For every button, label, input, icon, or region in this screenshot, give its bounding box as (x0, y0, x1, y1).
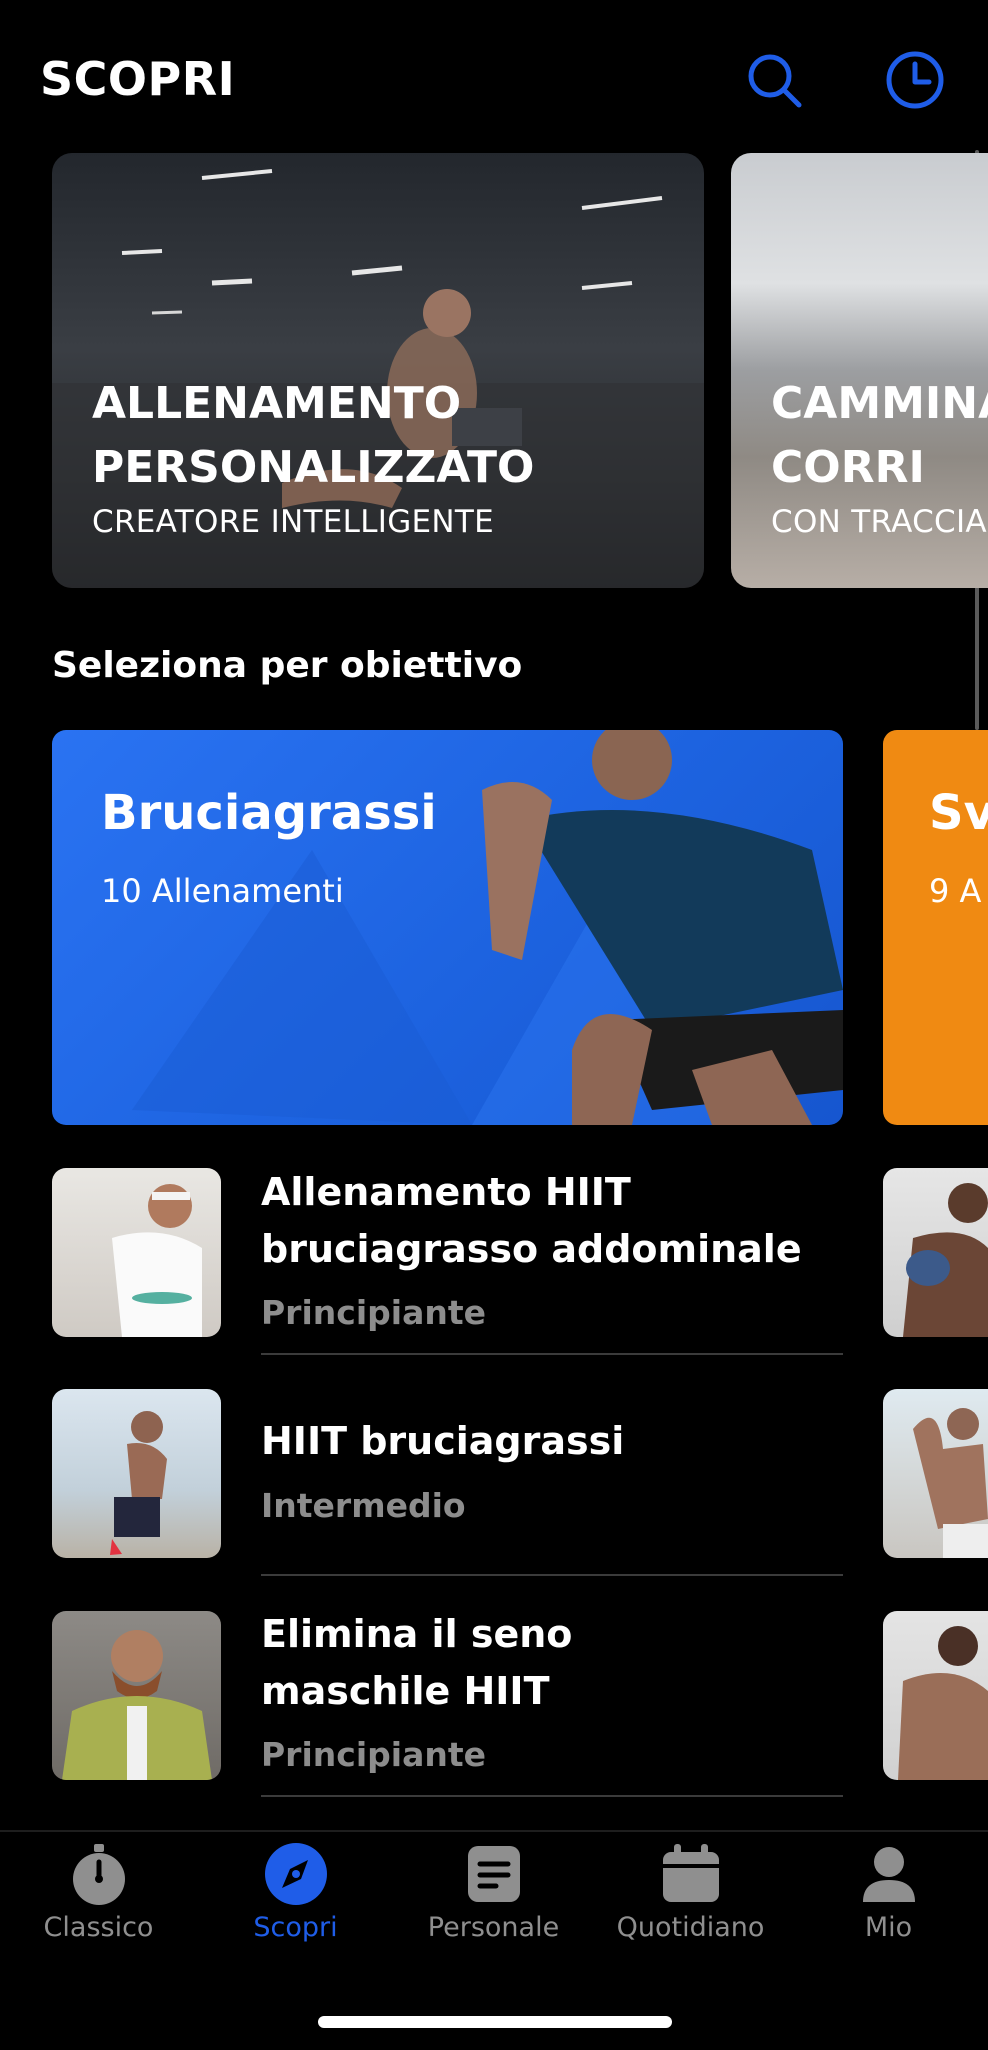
section-title: Seleziona per obiettivo (52, 645, 523, 686)
workout-title-line2[interactable]: maschile HIIT (261, 1663, 550, 1720)
nav-item-mio[interactable]: Mio (790, 1842, 987, 1962)
page-title: SCOPRI (40, 52, 236, 106)
featured-card-walk-run[interactable]: CAMMINA CORRI CON TRACCIA (731, 153, 988, 588)
nav-label: Personale (427, 1912, 560, 1943)
workout-thumbnail[interactable] (883, 1389, 988, 1558)
workout-title[interactable]: HIIT bruciagrassi (261, 1413, 624, 1470)
workout-level: Principiante (261, 1293, 486, 1332)
featured-title-line1: CAMMINA (771, 378, 988, 429)
nav-label: Quotidiano (616, 1912, 765, 1943)
workout-thumbnail[interactable] (52, 1389, 221, 1558)
nav-item-quotidiano[interactable]: Quotidiano (592, 1842, 789, 1962)
featured-subtitle: CREATORE INTELLIGENTE (92, 504, 495, 540)
nav-item-classico[interactable]: Classico (0, 1842, 197, 1962)
featured-title-line2: CORRI (771, 442, 925, 493)
workout-title[interactable]: Allenamento HIIT (261, 1164, 631, 1221)
goal-card-bruciagrassi[interactable]: Bruciagrassi 10 Allenamenti (52, 730, 843, 1125)
featured-card-custom-workout[interactable]: ALLENAMENTO PERSONALIZZATO CREATORE INTE… (52, 153, 704, 588)
workout-thumbnail[interactable] (883, 1611, 988, 1780)
divider (261, 1795, 843, 1797)
workout-thumbnail[interactable] (52, 1611, 221, 1780)
featured-subtitle: CON TRACCIA (771, 504, 987, 540)
history-clock-icon[interactable] (885, 50, 945, 110)
workout-title[interactable]: Elimina il seno (261, 1606, 572, 1663)
nav-label: Classico (43, 1912, 154, 1943)
divider (261, 1574, 843, 1576)
workout-title-line2[interactable]: bruciagrasso addominale (261, 1221, 802, 1278)
search-icon[interactable] (744, 50, 804, 110)
nav-label: Mio (864, 1912, 913, 1943)
workout-thumbnail[interactable] (52, 1168, 221, 1337)
nav-item-scopri[interactable]: Scopri (197, 1842, 394, 1962)
nav-item-personale[interactable]: Personale (395, 1842, 592, 1962)
nav-label: Scopri (253, 1912, 338, 1943)
document-icon (462, 1842, 526, 1906)
workout-level: Intermedio (261, 1486, 466, 1525)
goal-count: 10 Allenamenti (101, 872, 344, 910)
divider (261, 1353, 843, 1355)
home-indicator (318, 2016, 672, 2028)
stopwatch-icon (67, 1842, 131, 1906)
workout-level: Principiante (261, 1735, 486, 1774)
goal-title: Bruciagrassi (101, 785, 437, 841)
goal-title: Sv (929, 785, 988, 841)
featured-title-line2: PERSONALIZZATO (92, 442, 535, 493)
goal-count: 9 A (929, 872, 982, 910)
profile-icon (857, 1842, 921, 1906)
compass-icon (264, 1842, 328, 1906)
calendar-icon (659, 1842, 723, 1906)
featured-title-line1: ALLENAMENTO (92, 378, 462, 429)
goal-card-next[interactable]: Sv 9 A (883, 730, 988, 1125)
workout-thumbnail[interactable] (883, 1168, 988, 1337)
